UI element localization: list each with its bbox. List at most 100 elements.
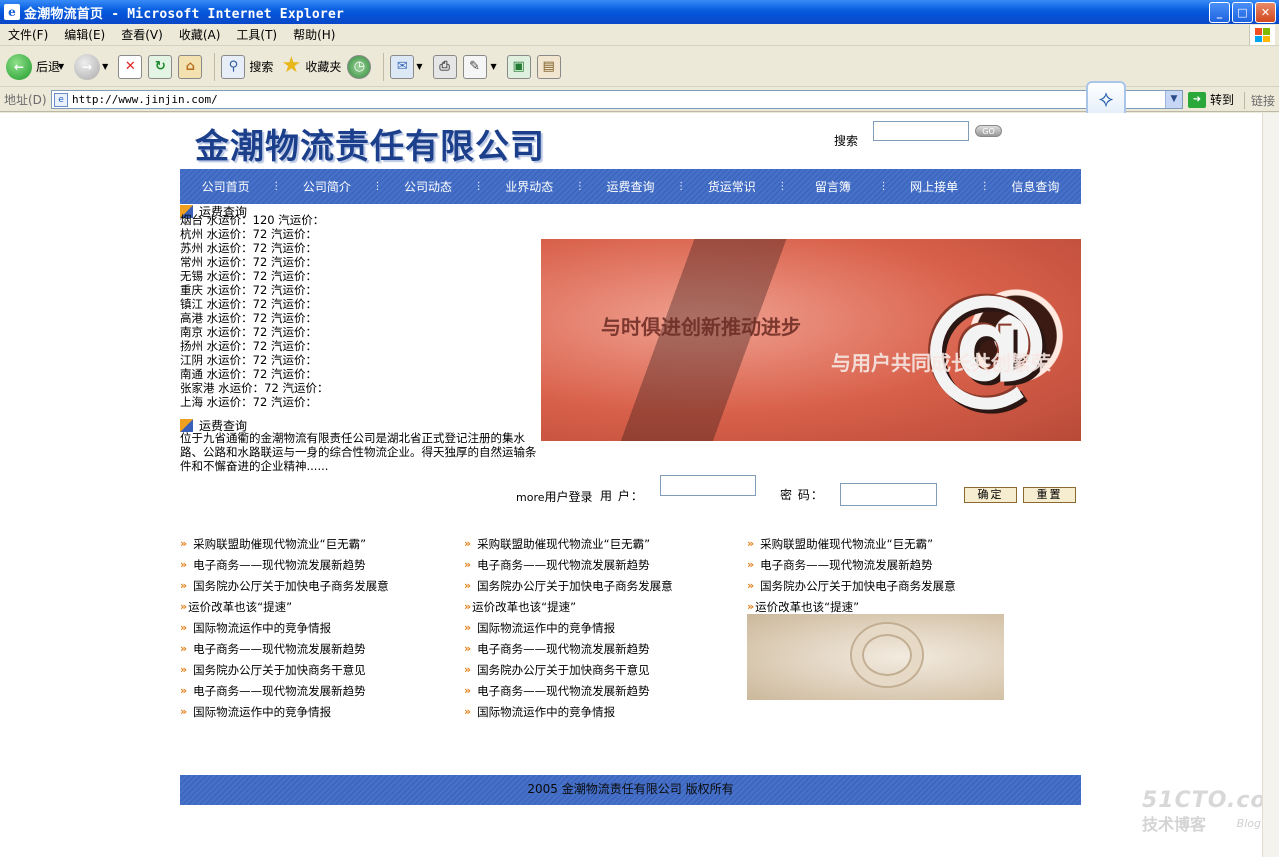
news-title[interactable]: 电子商务——现代物流发展新趋势 [193, 641, 366, 657]
mail-button[interactable]: ✉ ▼ [390, 54, 426, 79]
forward-dropdown-icon[interactable]: ▼ [102, 62, 108, 71]
news-title[interactable]: 采购联盟助催现代物流业“巨无霸” [760, 536, 933, 552]
news-title[interactable]: 电子商务——现代物流发展新趋势 [760, 557, 933, 573]
menu-favorites[interactable]: 收藏(A) [171, 26, 229, 43]
news-title[interactable]: 电子商务——现代物流发展新趋势 [477, 683, 650, 699]
news-item[interactable]: » 电子商务——现代物流发展新趋势 [747, 554, 1027, 575]
news-item[interactable]: » 国务院办公厅关于加快商务干意见 [464, 659, 744, 680]
news-item[interactable]: » 电子商务——现代物流发展新趋势 [464, 554, 744, 575]
nav-item-4[interactable]: 运费查询 [585, 178, 676, 195]
news-title[interactable]: 国际物流运作中的竞争情报 [477, 704, 615, 720]
news-title[interactable]: 国务院办公厅关于加快电子商务发展意 [193, 578, 389, 594]
news-title[interactable]: 国务院办公厅关于加快商务干意见 [193, 662, 366, 678]
at-sign-icon: @ [921, 266, 1052, 418]
nav-item-6[interactable]: 留言簿 [787, 178, 878, 195]
news-item[interactable]: » 国务院办公厅关于加快商务干意见 [180, 659, 460, 680]
news-item[interactable]: » 运价改革也该“提速” [464, 596, 744, 617]
nav-item-8[interactable]: 信息查询 [990, 178, 1081, 195]
media-button[interactable]: ▣ [506, 54, 531, 79]
home-button[interactable]: ⌂ [178, 54, 203, 79]
nav-item-7[interactable]: 网上接单 [889, 178, 980, 195]
news-item[interactable]: » 国际物流运作中的竞争情报 [464, 617, 744, 638]
news-item[interactable]: » 电子商务——现代物流发展新趋势 [464, 638, 744, 659]
vertical-scrollbar[interactable] [1262, 113, 1279, 857]
menu-file[interactable]: 文件(F) [0, 26, 56, 43]
back-dropdown-icon[interactable]: ▼ [58, 62, 64, 71]
print-button[interactable]: ⎙ [432, 54, 457, 79]
login-reset-button[interactable]: 重置 [1023, 487, 1076, 503]
favorites-button[interactable]: ★ 收藏夹 [279, 54, 341, 79]
news-item[interactable]: » 电子商务——现代物流发展新趋势 [464, 680, 744, 701]
news-item[interactable]: » 采购联盟助催现代物流业“巨无霸” [747, 533, 1027, 554]
news-item[interactable]: » 电子商务——现代物流发展新趋势 [180, 554, 460, 575]
maximize-button[interactable]: □ [1232, 2, 1253, 23]
rate-list: 烟台 水运价：120 汽运价： 杭州 水运价：72 汽运价： 苏州 水运价：72 汽… [180, 213, 540, 409]
news-item[interactable]: » 国际物流运作中的竞争情报 [464, 701, 744, 722]
rate-car-label: 汽运价： [282, 381, 329, 395]
news-title[interactable]: 电子商务——现代物流发展新趋势 [193, 683, 366, 699]
login-ok-button[interactable]: 确定 [964, 487, 1017, 503]
news-title[interactable]: 采购联盟助催现代物流业“巨无霸” [193, 536, 366, 552]
back-button[interactable]: ← 后退 ▼ [6, 53, 68, 80]
news-item[interactable]: » 运价改革也该“提速” [180, 596, 460, 617]
news-item[interactable]: » 国务院办公厅关于加快电子商务发展意 [464, 575, 744, 596]
news-item[interactable]: » 国务院办公厅关于加快电子商务发展意 [747, 575, 1027, 596]
menu-help[interactable]: 帮助(H) [285, 26, 343, 43]
news-title[interactable]: 采购联盟助催现代物流业“巨无霸” [477, 536, 650, 552]
address-input[interactable]: e http://www.jinjin.com/ ▼ [51, 90, 1183, 109]
news-title[interactable]: 国际物流运作中的竞争情报 [193, 704, 331, 720]
edit-dropdown-icon[interactable]: ▼ [491, 62, 497, 71]
news-title[interactable]: 运价改革也该“提速” [188, 599, 292, 615]
news-item[interactable]: » 国际物流运作中的竞争情报 [180, 701, 460, 722]
news-title[interactable]: 国际物流运作中的竞争情报 [477, 620, 615, 636]
news-title[interactable]: 国际物流运作中的竞争情报 [193, 620, 331, 636]
minimize-button[interactable]: _ [1209, 2, 1230, 23]
menu-tools[interactable]: 工具(T) [228, 26, 285, 43]
login-more-link[interactable]: more用户登录 [516, 488, 593, 505]
site-search-input[interactable] [873, 121, 969, 141]
research-button[interactable]: ▤ [536, 54, 561, 79]
news-title[interactable]: 国务院办公厅关于加快电子商务发展意 [760, 578, 956, 594]
history-button[interactable]: ◷ [347, 54, 372, 79]
news-title[interactable]: 国务院办公厅关于加快商务干意见 [477, 662, 650, 678]
news-title[interactable]: 运价改革也该“提速” [472, 599, 576, 615]
nav-item-1[interactable]: 公司简介 [281, 178, 372, 195]
news-item[interactable]: » 电子商务——现代物流发展新趋势 [180, 680, 460, 701]
news-item[interactable]: » 国务院办公厅关于加快电子商务发展意 [180, 575, 460, 596]
rate-row: 南京 水运价：72 汽运价： [180, 325, 540, 339]
password-input[interactable] [840, 483, 937, 506]
address-dropdown-icon[interactable]: ▼ [1165, 91, 1182, 108]
news-title[interactable]: 运价改革也该“提速” [755, 599, 859, 615]
close-button[interactable]: ✕ [1255, 2, 1276, 23]
go-button[interactable]: ➜ 转到 [1188, 91, 1234, 108]
news-title[interactable]: 电子商务——现代物流发展新趋势 [477, 557, 650, 573]
nav-item-0[interactable]: 公司首页 [180, 178, 271, 195]
menu-edit[interactable]: 编辑(E) [56, 26, 113, 43]
window-titlebar: e 金潮物流首页 - Microsoft Internet Explorer _… [0, 0, 1279, 24]
address-url[interactable]: http://www.jinjin.com/ [72, 93, 218, 106]
news-item[interactable]: » 采购联盟助催现代物流业“巨无霸” [464, 533, 744, 554]
site-search-go-button[interactable]: GO [975, 125, 1002, 137]
news-title[interactable]: 国务院办公厅关于加快电子商务发展意 [477, 578, 673, 594]
mail-dropdown-icon[interactable]: ▼ [416, 62, 422, 71]
nav-item-3[interactable]: 业界动态 [484, 178, 575, 195]
forward-button[interactable]: → ▼ [74, 53, 112, 80]
teamwork-hands-image [747, 614, 1004, 700]
copyright-text: 2005 金潮物流责任有限公司 版权所有 [527, 782, 734, 796]
news-item[interactable]: » 国际物流运作中的竞争情报 [180, 617, 460, 638]
refresh-button[interactable]: ↻ [148, 54, 173, 79]
news-title[interactable]: 电子商务——现代物流发展新趋势 [193, 557, 366, 573]
stop-button[interactable]: ✕ [118, 54, 143, 79]
edit-button[interactable]: ✎ ▼ [462, 54, 501, 79]
news-item[interactable]: » 电子商务——现代物流发展新趋势 [180, 638, 460, 659]
nav-item-5[interactable]: 货运常识 [686, 178, 777, 195]
news-title[interactable]: 电子商务——现代物流发展新趋势 [477, 641, 650, 657]
search-button[interactable]: ⚲ 搜索 [221, 54, 273, 79]
username-input[interactable] [660, 475, 756, 496]
menu-view[interactable]: 查看(V) [113, 26, 171, 43]
company-logo: 金潮物流责任有限公司 [195, 127, 545, 167]
nav-item-2[interactable]: 公司动态 [382, 178, 473, 195]
news-item[interactable]: » 采购联盟助催现代物流业“巨无霸” [180, 533, 460, 554]
links-button[interactable]: 链接 [1243, 92, 1275, 109]
rate-water-value: 72 [252, 297, 268, 311]
